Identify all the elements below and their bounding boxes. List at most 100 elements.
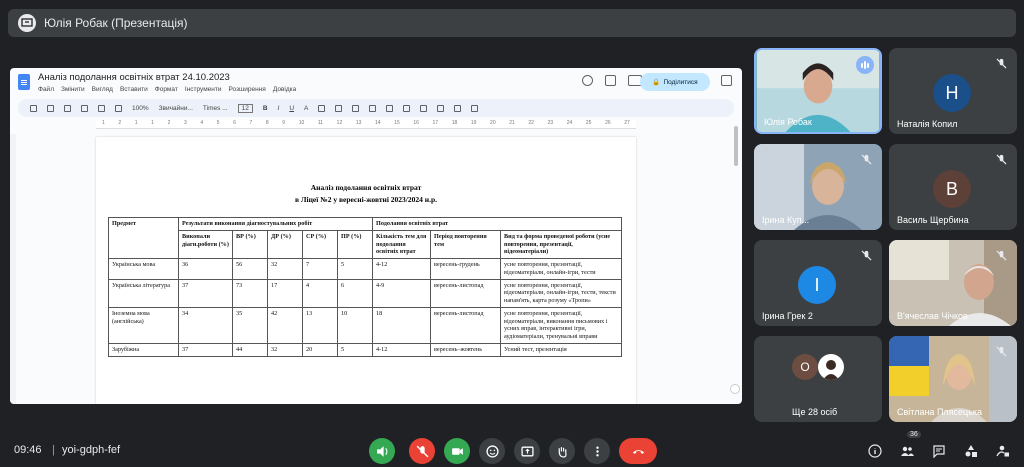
ruler-tick: 14 bbox=[375, 120, 381, 126]
table-cell: 4-12 bbox=[372, 342, 432, 357]
search-icon[interactable] bbox=[30, 104, 37, 112]
camera-button[interactable] bbox=[444, 438, 470, 464]
line-spacing-icon[interactable] bbox=[386, 104, 394, 112]
spellcheck-icon[interactable] bbox=[98, 104, 105, 112]
ruler-tick: 1 bbox=[151, 120, 154, 126]
indent-icon[interactable] bbox=[454, 104, 462, 112]
redo-icon[interactable] bbox=[64, 104, 71, 112]
menu-format[interactable]: Формат bbox=[155, 86, 178, 93]
raise-hand-button[interactable] bbox=[549, 438, 575, 464]
doc-title[interactable]: Аналіз подолання освітніх втрат 24.10.20… bbox=[38, 72, 296, 83]
activities-icon bbox=[965, 445, 977, 457]
table-cell: 13 bbox=[302, 306, 338, 344]
menu-file[interactable]: Файл bbox=[38, 86, 54, 93]
avatar: В bbox=[933, 170, 971, 208]
participant-name: Юлія Робак bbox=[764, 117, 812, 127]
table-cell: Українська мова bbox=[108, 258, 179, 280]
image-icon[interactable] bbox=[352, 104, 360, 112]
activities-button[interactable] bbox=[963, 443, 979, 459]
history-icon[interactable] bbox=[582, 75, 593, 86]
avatar bbox=[818, 354, 844, 380]
ruler-tick: 8 bbox=[265, 120, 269, 126]
audio-button[interactable] bbox=[369, 438, 395, 464]
zoom-select[interactable]: 100% bbox=[132, 105, 149, 112]
meeting-code[interactable]: yoi-gdph-fef bbox=[62, 444, 120, 456]
table-cell: вересень-листопад bbox=[430, 306, 502, 344]
table-header-cell: ДР (%) bbox=[267, 229, 303, 260]
underline-icon[interactable]: U bbox=[289, 105, 294, 112]
share-button[interactable]: 🔒 Поділитися bbox=[640, 73, 710, 91]
menu-insert[interactable]: Вставити bbox=[120, 86, 148, 93]
mic-off-icon bbox=[993, 343, 1009, 359]
participant-tile-yulia[interactable]: Юлія Робак bbox=[754, 48, 882, 134]
table-cell: 20 bbox=[302, 342, 338, 357]
menu-view[interactable]: Вигляд bbox=[92, 86, 113, 93]
more-participants-label: Ще 28 осіб bbox=[792, 407, 838, 417]
ruler-tick: 11 bbox=[317, 120, 324, 126]
chat-button[interactable] bbox=[931, 443, 947, 459]
bullets-icon[interactable] bbox=[420, 104, 428, 112]
participant-tile-iryna-k[interactable]: Ірина Куп... bbox=[754, 144, 882, 230]
table-cell: 6 bbox=[336, 278, 374, 308]
font-size-input[interactable]: 12 bbox=[237, 103, 253, 113]
present-button[interactable] bbox=[514, 438, 540, 464]
doc-heading-2: в Ліцеї №2 у вересні-жовтні 2023/2024 н.… bbox=[294, 195, 438, 204]
comments-icon[interactable] bbox=[605, 75, 616, 86]
ruler-tick: 20 bbox=[490, 120, 496, 126]
print-icon[interactable] bbox=[81, 104, 88, 112]
meeting-details-button[interactable] bbox=[867, 443, 883, 459]
microphone-button[interactable] bbox=[409, 438, 435, 464]
clear-format-icon[interactable] bbox=[471, 104, 479, 112]
participant-tile-viacheslav[interactable]: В'ячеслав Чічков bbox=[889, 240, 1017, 326]
numbering-icon[interactable] bbox=[437, 104, 445, 112]
host-controls-button[interactable] bbox=[995, 443, 1011, 459]
ruler-tick: 2 bbox=[118, 120, 122, 126]
hang-up-icon bbox=[632, 449, 644, 454]
menu-edit[interactable]: Змінити bbox=[61, 86, 85, 93]
text-color-icon[interactable]: A bbox=[304, 105, 308, 112]
menu-tools[interactable]: Інструменти bbox=[185, 86, 222, 93]
menu-help[interactable]: Довідка bbox=[273, 86, 296, 93]
table-cell: Іноземна мова (англійська) bbox=[108, 306, 179, 344]
people-count-badge: 36 bbox=[907, 431, 921, 438]
checklist-icon[interactable] bbox=[403, 104, 411, 112]
menu-extensions[interactable]: Розширення bbox=[228, 86, 265, 93]
explore-button[interactable] bbox=[730, 384, 740, 394]
participant-tile-vasyl[interactable]: В Василь Щербина bbox=[889, 144, 1017, 230]
participant-tile-svitlana[interactable]: Світлана Плясецька bbox=[889, 336, 1017, 422]
doc-toolbar: 100% Звичайни... Times ... 12 B I U A bbox=[18, 99, 734, 117]
align-icon[interactable] bbox=[369, 104, 377, 112]
table-cell: вересень–жовтень bbox=[430, 342, 502, 357]
paint-format-icon[interactable] bbox=[115, 104, 122, 112]
doc-menu: Файл Змінити Вигляд Вставити Формат Інст… bbox=[38, 86, 296, 93]
font-select[interactable]: Times ... bbox=[203, 105, 228, 112]
italic-icon[interactable]: I bbox=[278, 105, 280, 112]
more-options-button[interactable] bbox=[584, 438, 610, 464]
present-screen-icon bbox=[520, 446, 534, 456]
comment-icon[interactable] bbox=[335, 104, 343, 112]
table-cell: 37 bbox=[178, 342, 233, 357]
emoji-icon bbox=[485, 444, 499, 458]
presentation-title: Юлія Робак (Презентація) bbox=[44, 16, 188, 30]
ruler-tick: 3 bbox=[183, 120, 187, 126]
presentation-bar: Юлія Робак (Презентація) bbox=[8, 9, 1016, 37]
ruler-tick: 6 bbox=[233, 120, 236, 126]
document-page: Аналіз подолання освітніх втрат в Ліцеї … bbox=[96, 137, 636, 404]
participant-tile-natalia[interactable]: Н Наталія Копил bbox=[889, 48, 1017, 134]
link-icon[interactable] bbox=[318, 104, 326, 112]
people-button[interactable] bbox=[899, 443, 915, 459]
participant-tile-iryna-g[interactable]: І Ірина Грек 2 bbox=[754, 240, 882, 326]
table-cell: Усний тест, презентація bbox=[500, 342, 622, 357]
table-cell: вересень-грудень bbox=[430, 258, 502, 280]
reactions-button[interactable] bbox=[479, 438, 505, 464]
bold-icon[interactable]: B bbox=[263, 105, 268, 112]
table-header-cell: Предмет bbox=[108, 217, 179, 259]
scrollbar[interactable] bbox=[734, 126, 738, 166]
more-participants-tile[interactable]: О Ще 28 осіб bbox=[754, 336, 882, 422]
style-select[interactable]: Звичайни... bbox=[159, 105, 193, 112]
avatar: І bbox=[798, 266, 836, 304]
participant-name: Василь Щербина bbox=[897, 215, 969, 225]
leave-call-button[interactable] bbox=[619, 438, 657, 464]
gemini-icon[interactable] bbox=[721, 75, 732, 86]
undo-icon[interactable] bbox=[47, 104, 54, 112]
